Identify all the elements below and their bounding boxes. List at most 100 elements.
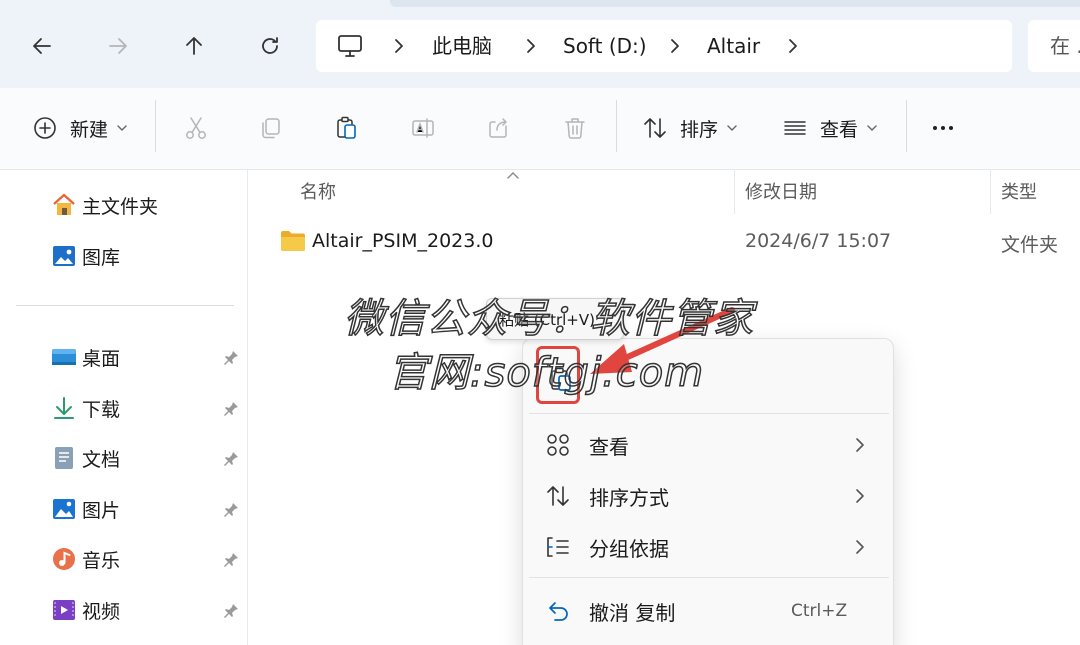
computer-icon [338, 35, 362, 57]
sidebar-item-label: 下载 [82, 398, 121, 421]
undo-icon [549, 602, 568, 621]
sidebar-item-music[interactable]: 音乐 [50, 542, 120, 576]
sidebar-item-pictures[interactable]: 图片 [50, 492, 120, 526]
delete-button[interactable] [562, 108, 588, 148]
address-box[interactable]: 此电脑 Soft (D:) Altair [316, 20, 1012, 72]
pin-icon[interactable] [222, 501, 240, 519]
forward-button[interactable] [98, 26, 138, 66]
sidebar-item-videos[interactable]: 视频 [50, 593, 120, 627]
address-bar-area: 此电脑 Soft (D:) Altair 在 . [0, 0, 1080, 88]
sort-button[interactable]: 排序 [642, 108, 738, 148]
chevron-right-icon[interactable] [522, 36, 540, 56]
pin-icon[interactable] [222, 551, 240, 569]
chevron-right-icon[interactable] [666, 36, 684, 56]
desktop-icon [50, 343, 78, 371]
sidebar-item-downloads[interactable]: 下载 [50, 391, 120, 425]
sidebar-item-documents[interactable]: 文档 [50, 441, 120, 475]
chevron-right-icon [856, 489, 864, 503]
sidebar-item-home[interactable]: 主文件夹 [50, 188, 158, 222]
sort-label: 排序 [680, 118, 719, 141]
home-icon [50, 191, 78, 219]
refresh-button[interactable] [250, 26, 290, 66]
menu-item-group-by[interactable]: 分组依据 [523, 523, 893, 571]
arrow-up-icon [186, 37, 202, 55]
menu-item-label: 分组依据 [589, 537, 669, 561]
toolbar-separator [906, 100, 907, 152]
more-options-button[interactable] [930, 108, 956, 148]
breadcrumb-this-pc[interactable]: 此电脑 [432, 32, 492, 60]
menu-item-sort-by[interactable]: 排序方式 [523, 472, 893, 520]
paste-button[interactable] [334, 108, 360, 148]
tab-strip-edge [390, 0, 1080, 7]
pictures-icon [50, 495, 78, 523]
breadcrumb-folder[interactable]: Altair [707, 32, 760, 60]
menu-item-label: 查看 [589, 435, 629, 459]
video-icon [50, 596, 78, 624]
toolbar-separator [155, 100, 156, 152]
menu-item-view[interactable]: 查看 [523, 421, 893, 469]
watermark-line-1: 微信公众号：软件管家 [343, 295, 754, 343]
column-header-modified[interactable]: 修改日期 [745, 178, 817, 204]
navigation-pane: 主文件夹 图库 桌面 下载 文档 图片 音乐 视频 [0, 170, 248, 645]
chevron-down-icon [867, 125, 877, 131]
pin-icon[interactable] [222, 349, 240, 367]
file-row[interactable]: Altair_PSIM_2023.0 2024/6/7 15:07 文件夹 [270, 222, 1080, 262]
column-header-type[interactable]: 类型 [1001, 178, 1037, 204]
gallery-icon [50, 242, 78, 270]
sidebar-divider [16, 305, 234, 306]
chevron-down-icon [117, 125, 127, 131]
column-divider[interactable] [990, 170, 991, 214]
trash-icon [565, 118, 585, 139]
view-label: 查看 [820, 118, 859, 141]
sidebar-item-gallery[interactable]: 图库 [50, 239, 120, 273]
scissors-icon [186, 117, 206, 139]
refresh-icon [262, 37, 278, 54]
pin-icon[interactable] [222, 450, 240, 468]
sidebar-item-label: 主文件夹 [82, 195, 159, 218]
sidebar-item-label: 桌面 [82, 347, 121, 370]
menu-item-label: 撤消 复制 [589, 601, 676, 625]
view-button[interactable]: 查看 [782, 108, 878, 148]
group-icon [547, 537, 569, 557]
sidebar-item-label: 图库 [82, 246, 121, 269]
more-dots-icon [933, 126, 953, 130]
copy-icon [262, 118, 280, 139]
file-name: Altair_PSIM_2023.0 [312, 230, 494, 252]
sidebar-item-desktop[interactable]: 桌面 [50, 340, 120, 374]
new-button[interactable]: 新建 [32, 108, 128, 148]
menu-item-undo-copy[interactable]: 撤消 复制 Ctrl+Z [523, 587, 893, 635]
folder-icon [281, 231, 305, 251]
sidebar-item-label: 视频 [82, 600, 121, 623]
chevron-right-icon [856, 438, 864, 452]
pin-icon[interactable] [222, 602, 240, 620]
sort-icon [547, 486, 569, 506]
list-view-icon [784, 121, 806, 135]
file-modified: 2024/6/7 15:07 [745, 230, 892, 252]
download-icon [50, 394, 78, 422]
rename-button[interactable] [410, 108, 436, 148]
pin-icon[interactable] [222, 400, 240, 418]
copy-button[interactable] [258, 108, 284, 148]
search-placeholder: 在 . [1050, 34, 1080, 58]
chevron-right-icon[interactable] [390, 36, 408, 56]
plus-circle-icon [34, 117, 56, 139]
command-bar [0, 88, 1080, 170]
breadcrumb-drive[interactable]: Soft (D:) [563, 32, 647, 60]
chevron-right-icon[interactable] [784, 36, 802, 56]
column-divider[interactable] [734, 170, 735, 214]
watermark-line-2: 官网:softgj.com [387, 349, 705, 397]
menu-divider [529, 577, 889, 578]
new-label: 新建 [70, 118, 109, 141]
file-type: 文件夹 [1001, 234, 1059, 256]
share-button[interactable] [486, 108, 512, 148]
search-input[interactable]: 在 . [1028, 20, 1080, 72]
share-icon [489, 118, 507, 138]
arrow-left-icon [33, 38, 51, 54]
column-header-name[interactable]: 名称 [300, 178, 336, 204]
cut-button[interactable] [183, 108, 209, 148]
up-button[interactable] [174, 26, 214, 66]
back-button[interactable] [22, 26, 62, 66]
sort-ascending-icon [507, 172, 519, 179]
toolbar-separator [616, 100, 617, 152]
sidebar-item-label: 文档 [82, 448, 121, 471]
